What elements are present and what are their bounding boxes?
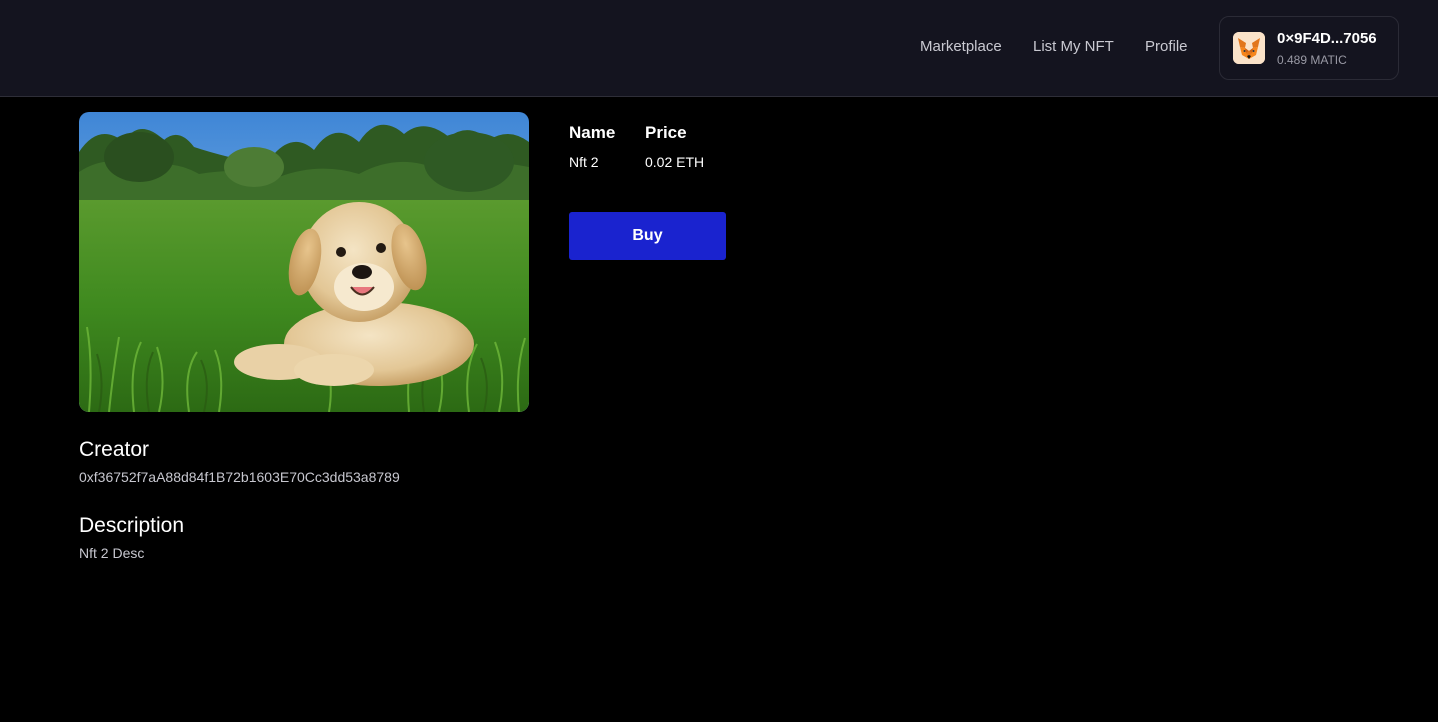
nft-price: 0.02 ETH xyxy=(645,154,705,170)
buy-button[interactable]: Buy xyxy=(569,212,726,260)
price-label: Price xyxy=(645,123,687,142)
name-label: Name xyxy=(569,123,616,142)
wallet-address: 0×9F4D...7056 xyxy=(1277,30,1377,47)
metamask-fox-icon xyxy=(1233,32,1265,64)
top-navbar: Marketplace List My NFT Profile 0×9F4D..… xyxy=(0,0,1438,97)
creator-heading: Creator xyxy=(79,438,150,461)
wallet-balance: 0.489 MATIC xyxy=(1277,53,1347,67)
nft-image xyxy=(79,112,529,412)
nav-link-profile[interactable]: Profile xyxy=(1145,38,1188,55)
creator-address: 0xf36752f7aA88d84f1B72b1603E70Cc3dd53a87… xyxy=(79,469,400,485)
nav-link-list-my-nft[interactable]: List My NFT xyxy=(1033,38,1114,55)
nft-name: Nft 2 xyxy=(569,154,599,170)
description-heading: Description xyxy=(79,514,185,537)
nav-link-marketplace[interactable]: Marketplace xyxy=(920,38,1002,55)
description-text: Nft 2 Desc xyxy=(79,545,145,561)
wallet-button[interactable]: 0×9F4D...7056 0.489 MATIC xyxy=(1219,16,1399,80)
